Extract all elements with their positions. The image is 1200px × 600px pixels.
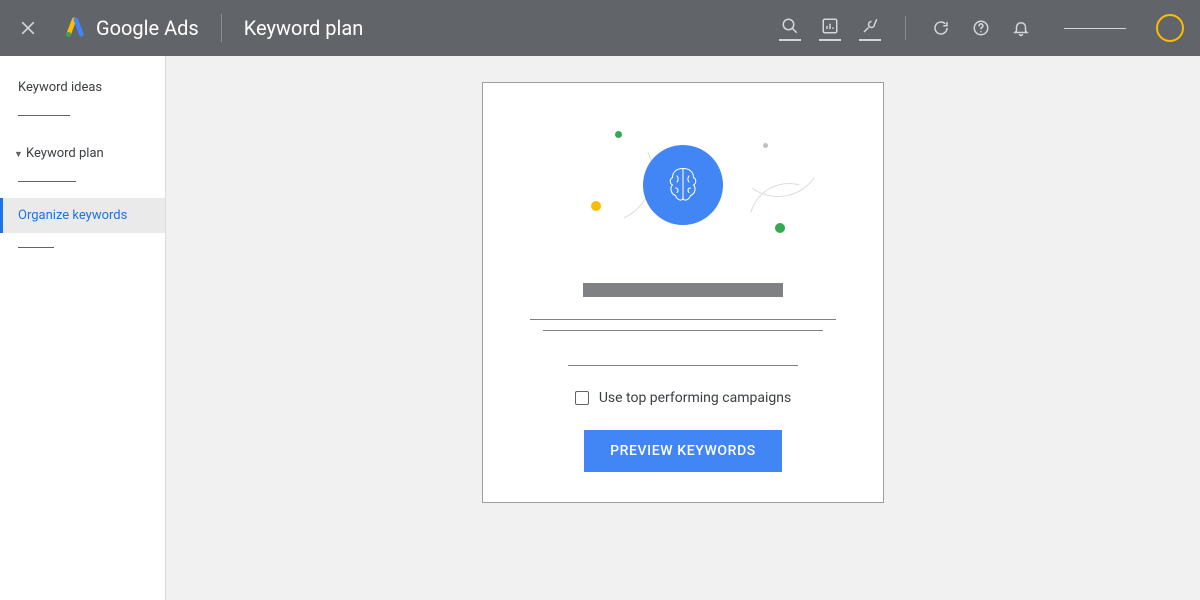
sidebar-item-keyword-plan[interactable]: ▼ Keyword plan (0, 132, 165, 169)
sidebar: Keyword ideas ▼ Keyword plan Organize ke… (0, 56, 166, 600)
text-placeholder-line (530, 319, 836, 320)
search-button[interactable] (779, 15, 801, 41)
reports-button[interactable] (819, 15, 841, 41)
reports-icon (821, 17, 839, 35)
notifications-icon (1012, 19, 1030, 37)
sidebar-placeholder (18, 115, 70, 116)
product-logo-group: Google Ads (64, 16, 199, 40)
checkbox-row: Use top performing campaigns (575, 390, 791, 406)
preview-keywords-button[interactable]: PREVIEW KEYWORDS (584, 430, 782, 472)
checkbox-label: Use top performing campaigns (599, 390, 791, 406)
close-button[interactable] (16, 16, 40, 40)
refresh-icon (932, 19, 950, 37)
decorative-dot (615, 131, 622, 138)
close-icon (18, 18, 38, 38)
card-title-placeholder (583, 283, 783, 297)
organize-keywords-card: Use top performing campaigns PREVIEW KEY… (482, 82, 884, 503)
notifications-button[interactable] (1010, 17, 1032, 39)
help-button[interactable] (970, 17, 992, 39)
card-illustration (523, 113, 843, 263)
sidebar-item-keyword-ideas[interactable]: Keyword ideas (0, 66, 165, 103)
header-divider (221, 14, 222, 42)
account-placeholder-line (1064, 28, 1126, 29)
sidebar-item-label: Organize keywords (18, 208, 127, 223)
text-placeholder-line (543, 330, 823, 331)
tools-button[interactable] (859, 15, 881, 41)
google-ads-logo-icon (64, 17, 86, 39)
use-top-campaigns-checkbox[interactable] (575, 391, 589, 405)
brain-icon (643, 145, 723, 225)
sidebar-item-label: Keyword ideas (18, 80, 102, 95)
header-divider-2 (905, 16, 906, 40)
tools-icon (861, 17, 879, 35)
page-title: Keyword plan (244, 16, 364, 40)
sidebar-item-label: Keyword plan (26, 146, 104, 161)
sidebar-placeholder (18, 247, 54, 248)
refresh-button[interactable] (930, 17, 952, 39)
decorative-dot (763, 143, 768, 148)
decorative-dot (775, 223, 785, 233)
help-icon (972, 19, 990, 37)
chevron-down-icon: ▼ (14, 149, 23, 160)
product-name: Google Ads (96, 16, 199, 40)
sidebar-placeholder (18, 181, 76, 182)
profile-avatar[interactable] (1156, 14, 1184, 42)
search-icon (781, 17, 799, 35)
decorative-dot (591, 201, 601, 211)
text-placeholder-line (568, 365, 798, 366)
header-toolbar (779, 14, 1184, 42)
sidebar-item-organize-keywords[interactable]: Organize keywords (0, 198, 165, 233)
app-header: Google Ads Keyword plan (0, 0, 1200, 56)
main-content: Use top performing campaigns PREVIEW KEY… (166, 56, 1200, 600)
